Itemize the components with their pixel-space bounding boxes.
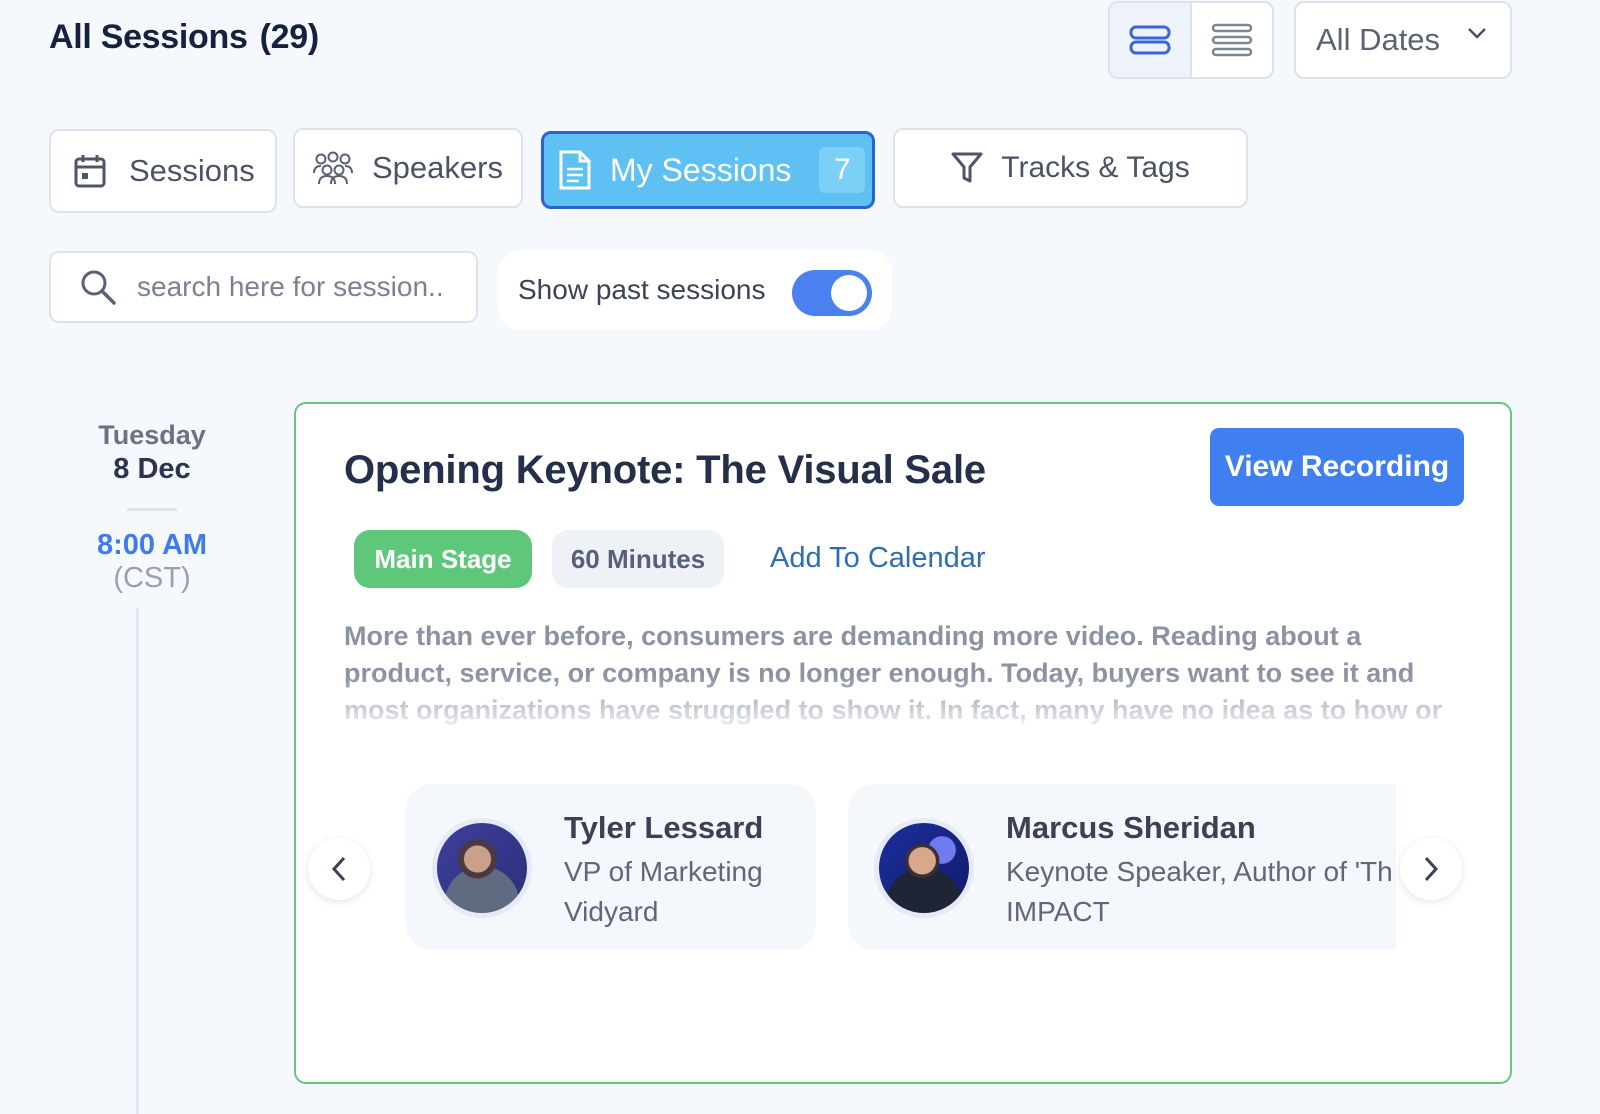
session-card: Opening Keynote: The Visual Sale View Re… <box>294 402 1512 1084</box>
tab-tracks-tags[interactable]: Tracks & Tags <box>893 128 1248 208</box>
track-badge[interactable]: Main Stage <box>354 530 532 588</box>
add-to-calendar-link[interactable]: Add To Calendar <box>770 542 986 575</box>
filter-icon <box>951 152 983 183</box>
chevron-down-icon <box>1468 28 1486 39</box>
past-sessions-label: Show past sessions <box>518 274 766 305</box>
speaker-role: VP of Marketing <box>564 856 763 887</box>
session-timezone: (CST) <box>113 562 191 594</box>
duration-badge: 60 Minutes <box>552 530 724 588</box>
search-box <box>49 251 478 323</box>
people-icon <box>313 151 353 185</box>
speaker-name: Marcus Sheridan <box>1006 810 1256 845</box>
page-title: All Sessions (29) <box>49 18 319 57</box>
search-input[interactable] <box>137 271 457 303</box>
date-divider <box>127 508 177 511</box>
card-view-button[interactable] <box>1110 3 1192 77</box>
session-description: More than ever before, consumers are dem… <box>344 618 1454 736</box>
page-title-text: All Sessions <box>49 18 248 56</box>
speaker-role: Keynote Speaker, Author of 'Th <box>1006 856 1393 887</box>
tab-tracks-tags-label: Tracks & Tags <box>1001 151 1190 184</box>
list-view-button[interactable] <box>1192 3 1272 77</box>
past-sessions-switch[interactable] <box>792 270 872 316</box>
chevron-left-icon <box>331 856 346 882</box>
chevron-right-icon <box>1424 856 1439 882</box>
speaker-company: Vidyard <box>564 896 659 927</box>
date-filter-value: All Dates <box>1316 22 1441 57</box>
session-count: (29) <box>259 18 320 56</box>
list-view-icon <box>1211 23 1253 57</box>
speakers-carousel: Tyler Lessard VP of Marketing Vidyard Ma… <box>406 784 1396 954</box>
calendar-icon <box>74 155 106 188</box>
tab-sessions[interactable]: Sessions <box>49 129 277 213</box>
speakers-prev-button[interactable] <box>308 838 370 900</box>
date-filter-dropdown[interactable]: All Dates <box>1294 1 1512 79</box>
search-icon <box>81 270 116 305</box>
tab-speakers[interactable]: Speakers <box>293 128 523 208</box>
speaker-card[interactable]: Marcus Sheridan Keynote Speaker, Author … <box>848 784 1396 950</box>
session-title: Opening Keynote: The Visual Sale <box>344 448 986 492</box>
speaker-avatar <box>874 818 974 918</box>
tab-my-sessions-label: My Sessions <box>610 151 792 188</box>
speaker-company: IMPACT <box>1006 896 1110 927</box>
speaker-avatar <box>432 818 532 918</box>
timeline-line <box>136 608 139 1114</box>
timeline-date: Tuesday 8 Dec 8:00 AM (CST) <box>80 420 224 595</box>
session-time: 8:00 AM <box>96 529 208 561</box>
sessions-page: All Sessions (29) All Dates Sessions Spe… <box>0 0 1600 1114</box>
tab-sessions-label: Sessions <box>129 153 255 188</box>
speaker-card[interactable]: Tyler Lessard VP of Marketing Vidyard <box>406 784 816 950</box>
day-name: Tuesday <box>98 420 206 450</box>
tab-speakers-label: Speakers <box>372 150 503 185</box>
past-sessions-control: Show past sessions <box>498 250 892 330</box>
switch-knob <box>831 275 867 311</box>
day-date: 8 Dec <box>113 453 191 485</box>
view-mode-toggle <box>1108 1 1274 79</box>
view-recording-button[interactable]: View Recording <box>1210 428 1464 506</box>
speaker-name: Tyler Lessard <box>564 810 764 845</box>
tab-my-sessions[interactable]: My Sessions 7 <box>541 131 875 209</box>
speakers-next-button[interactable] <box>1400 838 1462 900</box>
my-sessions-count-badge: 7 <box>819 147 866 193</box>
document-icon <box>559 150 591 190</box>
card-view-icon <box>1129 25 1171 55</box>
